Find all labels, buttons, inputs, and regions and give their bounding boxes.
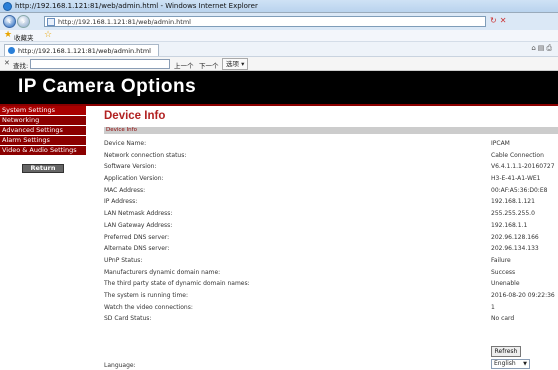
info-label: Preferred DNS server: — [104, 233, 170, 241]
browser-tab[interactable]: http://192.168.1.121:81/web/admin.html — [4, 44, 159, 56]
info-value: V6.4.1.1.1-20160727 — [491, 163, 555, 171]
page-icon — [47, 18, 55, 26]
info-value: 202.96.128.166 — [491, 233, 539, 241]
device-info-table: Device Name: IPCAM Network connection sta… — [104, 138, 558, 325]
tab-bar: http://192.168.1.121:81/web/admin.html ⌂… — [0, 42, 558, 57]
address-url: http://192.168.1.121:81/web/admin.html — [58, 18, 191, 26]
info-value: 1 — [491, 303, 495, 311]
info-label: Network connection status: — [104, 151, 187, 159]
info-row: Preferred DNS server: 202.96.128.166 — [104, 232, 558, 244]
language-value: English — [494, 360, 516, 367]
info-label: MAC Address: — [104, 186, 146, 194]
find-bar: ✕ 查找: 上一个 下一个 选项 ▾ — [0, 57, 558, 71]
return-button[interactable]: Return — [22, 164, 64, 173]
info-row: Watch the video connections: 1 — [104, 302, 558, 314]
info-value: 192.168.1.1 — [491, 221, 528, 229]
tab-title: http://192.168.1.121:81/web/admin.html — [18, 47, 151, 55]
info-row: Device Name: IPCAM — [104, 138, 558, 150]
command-bar[interactable]: ⌂▤⎙ — [531, 44, 554, 53]
sidebar-item-networking[interactable]: Networking — [0, 116, 86, 126]
info-label: LAN Netmask Address: — [104, 210, 173, 218]
ie-logo-icon — [3, 2, 12, 11]
info-row: The third party state of dynamic domain … — [104, 278, 558, 290]
page-title: Device Info — [104, 110, 166, 122]
info-row: Manufacturers dynamic domain name: Succes… — [104, 267, 558, 279]
language-label: Language: — [104, 362, 136, 369]
language-row: Language: English ▼ — [104, 359, 558, 370]
print-icon[interactable]: ⎙ — [546, 44, 554, 52]
info-value: Cable Connection — [491, 151, 544, 159]
info-row: IP Address: 192.168.1.121 — [104, 196, 558, 208]
info-label: Manufacturers dynamic domain name: — [104, 268, 221, 276]
find-label: 查找: — [13, 62, 29, 70]
sidebar-item-advanced-settings[interactable]: Advanced Settings — [0, 126, 86, 136]
find-next-button[interactable]: 下一个 — [199, 60, 219, 70]
address-input[interactable]: http://192.168.1.121:81/web/admin.html — [44, 16, 486, 27]
info-row: Application Version: H3-E-41-A1-WE1 — [104, 173, 558, 185]
info-label: Watch the video connections: — [104, 303, 193, 311]
section-header-label: Device Info — [106, 127, 137, 133]
refresh-icon[interactable]: ↻ — [490, 16, 500, 25]
stop-icon[interactable]: ✕ — [500, 16, 510, 25]
info-row: The system is running time: 2016-08-20 09… — [104, 290, 558, 302]
find-input[interactable] — [30, 59, 170, 69]
window-title: http://192.168.1.121:81/web/admin.html -… — [15, 2, 258, 10]
info-label: The system is running time: — [104, 291, 189, 299]
info-row: LAN Netmask Address: 255.255.255.0 — [104, 208, 558, 220]
info-value: 255.255.255.0 — [491, 210, 535, 218]
tab-ie-icon — [8, 47, 15, 54]
find-options-button[interactable]: 选项 ▾ — [222, 58, 249, 70]
info-value: IPCAM — [491, 140, 510, 147]
window-titlebar: http://192.168.1.121:81/web/admin.html -… — [0, 0, 558, 13]
add-favorite-icon[interactable]: ☆ — [44, 30, 52, 41]
info-row: Alternate DNS server: 202.96.134.133 — [104, 243, 558, 255]
refresh-button[interactable]: Refresh — [491, 346, 521, 357]
info-value: 192.168.1.121 — [491, 198, 535, 206]
back-button[interactable]: ‹ — [3, 15, 16, 28]
info-value: Success — [491, 268, 516, 276]
info-label: Application Version: — [104, 175, 164, 183]
main-content: Device Info Device Info Device Name: IPCA… — [96, 106, 558, 370]
info-label: IP Address: — [104, 198, 138, 206]
address-tools[interactable]: ↻✕ — [490, 16, 556, 27]
sidebar-item-video-audio-settings[interactable]: Video & Audio Settings — [0, 146, 86, 156]
info-row: Software Version: V6.4.1.1.1-20160727 — [104, 161, 558, 173]
sidebar-item-system-settings[interactable]: System Settings — [0, 106, 86, 116]
page-header: IP Camera Options — [0, 71, 558, 104]
info-label: UPnP Status: — [104, 256, 143, 264]
chevron-down-icon: ▼ — [523, 361, 527, 367]
address-bar-row: ‹ › http://192.168.1.121:81/web/admin.ht… — [0, 13, 558, 30]
find-prev-button[interactable]: 上一个 — [174, 60, 194, 70]
info-label: LAN Gateway Address: — [104, 221, 173, 229]
info-value: H3-E-41-A1-WE1 — [491, 175, 541, 183]
info-label: Alternate DNS server: — [104, 245, 170, 253]
info-label: Software Version: — [104, 163, 157, 171]
section-header: Device Info — [104, 127, 558, 134]
info-label: Device Name: — [104, 140, 147, 147]
info-row: LAN Gateway Address: 192.168.1.1 — [104, 220, 558, 232]
favorites-label[interactable]: 收藏夹 — [14, 32, 34, 42]
info-value: 00:AF:A5:36:D0:E8 — [491, 186, 548, 194]
sidebar: System Settings Networking Advanced Sett… — [0, 106, 86, 370]
close-find-icon[interactable]: ✕ — [4, 59, 10, 67]
info-label: SD Card Status: — [104, 315, 152, 323]
info-value: No card — [491, 315, 515, 323]
app-title: IP Camera Options — [18, 76, 197, 97]
info-row: Network connection status: Cable Connecti… — [104, 150, 558, 162]
forward-button[interactable]: › — [17, 15, 30, 28]
language-select[interactable]: English ▼ — [491, 359, 530, 369]
info-value: 2016-08-20 09:22:36 — [491, 291, 555, 299]
info-value: Failure — [491, 256, 511, 264]
info-label: The third party state of dynamic domain … — [104, 280, 250, 288]
favorites-bar: ★ 收藏夹 ☆ — [0, 30, 558, 42]
info-row: SD Card Status: No card — [104, 313, 558, 325]
sidebar-item-alarm-settings[interactable]: Alarm Settings — [0, 136, 86, 146]
info-value: Unenable — [491, 280, 520, 288]
favorites-star-icon[interactable]: ★ — [4, 30, 12, 41]
info-row: MAC Address: 00:AF:A5:36:D0:E8 — [104, 185, 558, 197]
info-value: 202.96.134.133 — [491, 245, 539, 253]
info-row: UPnP Status: Failure — [104, 255, 558, 267]
